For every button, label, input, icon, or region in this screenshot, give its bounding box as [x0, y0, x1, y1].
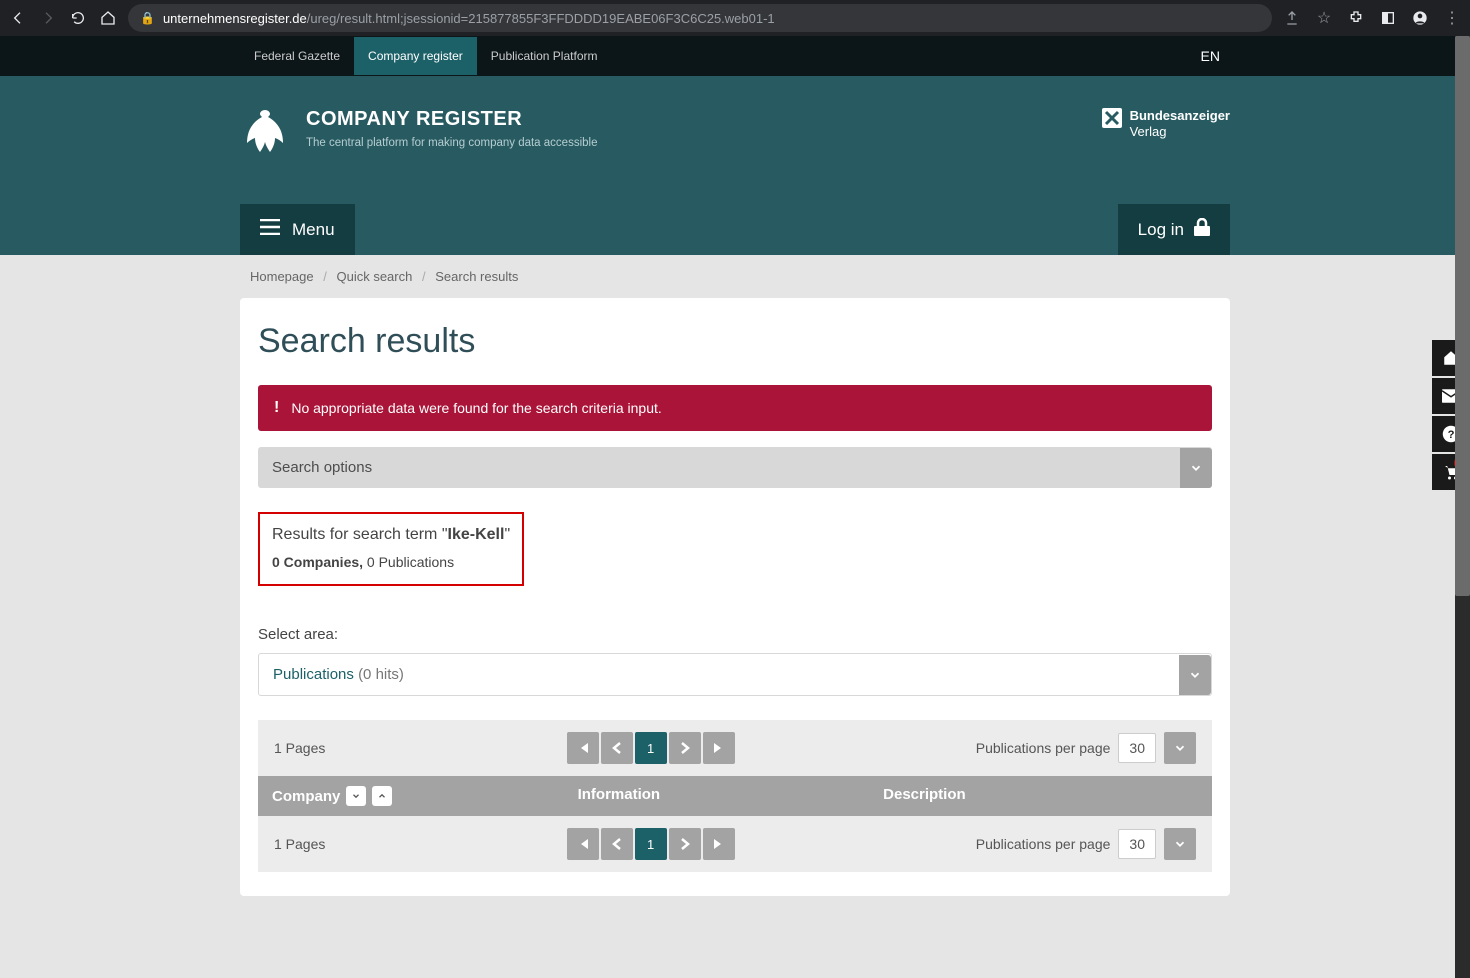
tab-publication-platform[interactable]: Publication Platform: [477, 37, 612, 75]
site-header: COMPANY REGISTER The central platform fo…: [0, 76, 1470, 255]
back-button[interactable]: [8, 8, 28, 28]
home-button[interactable]: [98, 8, 118, 28]
lock-icon: [1194, 218, 1210, 241]
pager-first-bottom[interactable]: [567, 828, 599, 860]
eagle-logo-icon: [240, 108, 290, 164]
extensions-icon[interactable]: [1346, 8, 1366, 28]
pager-prev[interactable]: [601, 732, 633, 764]
pager-bar-bottom: 1 Pages 1 Publications per page 30: [258, 816, 1212, 872]
site-subtitle: The central platform for making company …: [306, 135, 597, 151]
language-selector[interactable]: EN: [1201, 48, 1230, 64]
pages-count: 1 Pages: [274, 740, 325, 756]
address-bar[interactable]: 🔒 unternehmensregister.de/ureg/result.ht…: [128, 4, 1272, 32]
bundesanzeiger-logo: BundesanzeigerVerlag: [1102, 108, 1230, 139]
bv-mark-icon: [1102, 108, 1122, 133]
error-alert: ! No appropriate data were found for the…: [258, 385, 1212, 431]
breadcrumb-quicksearch[interactable]: Quick search: [336, 269, 412, 284]
lock-icon: 🔒: [140, 11, 155, 25]
share-icon[interactable]: [1282, 8, 1302, 28]
area-selector[interactable]: Publications (0 hits): [258, 653, 1212, 696]
url-path: /ureg/result.html;jsessionid=215877855F3…: [307, 11, 775, 26]
scrollbar[interactable]: [1455, 36, 1470, 978]
scrollbar-thumb[interactable]: [1455, 36, 1470, 596]
panel-icon[interactable]: [1378, 8, 1398, 28]
search-options-label: Search options: [258, 447, 386, 488]
chevron-down-icon: [1179, 655, 1211, 695]
svg-text:?: ?: [1448, 429, 1455, 441]
pager-last[interactable]: [703, 732, 735, 764]
site-title: COMPANY REGISTER: [306, 108, 597, 131]
pager-next[interactable]: [669, 732, 701, 764]
reload-button[interactable]: [68, 8, 88, 28]
tab-company-register[interactable]: Company register: [354, 37, 477, 75]
col-description: Description: [883, 786, 1198, 806]
sort-up-button[interactable]: [372, 786, 392, 806]
pager-first[interactable]: [567, 732, 599, 764]
breadcrumb: Homepage / Quick search / Search results: [240, 255, 1230, 298]
ppp-label-bottom: Publications per page: [976, 836, 1111, 852]
results-summary-highlight: Results for search term "Ike-Kell" 0 Com…: [258, 512, 524, 586]
menu-button[interactable]: Menu: [240, 204, 355, 255]
login-label: Log in: [1138, 220, 1184, 240]
pager-page-1-bottom[interactable]: 1: [635, 828, 667, 860]
chevron-down-icon: [1180, 448, 1212, 488]
bv-line1: Bundesanzeiger: [1130, 108, 1230, 124]
pager-prev-bottom[interactable]: [601, 828, 633, 860]
col-company: Company: [272, 788, 340, 805]
menu-label: Menu: [292, 220, 335, 240]
tab-federal-gazette[interactable]: Federal Gazette: [240, 37, 354, 75]
profile-icon[interactable]: [1410, 8, 1430, 28]
login-button[interactable]: Log in: [1118, 204, 1230, 255]
area-main: Publications: [273, 666, 354, 683]
forward-button[interactable]: [38, 8, 58, 28]
select-area-label: Select area:: [258, 626, 1212, 643]
ppp-value[interactable]: 30: [1118, 733, 1156, 763]
results-card: Search results ! No appropriate data wer…: [240, 298, 1230, 896]
ppp-dropdown-toggle-bottom[interactable]: [1164, 828, 1196, 860]
col-information: Information: [578, 786, 884, 806]
pages-count-bottom: 1 Pages: [274, 836, 325, 852]
results-counts: 0 Companies, 0 Publications: [272, 554, 510, 570]
menu-icon[interactable]: ⋮: [1442, 8, 1462, 28]
page-heading: Search results: [258, 322, 1212, 361]
search-options-expander[interactable]: Search options: [258, 447, 1212, 488]
ppp-value-bottom[interactable]: 30: [1118, 829, 1156, 859]
sort-down-button[interactable]: [346, 786, 366, 806]
url-domain: unternehmensregister.de: [163, 11, 307, 26]
bv-line2: Verlag: [1130, 124, 1230, 140]
pager-bar-top: 1 Pages 1 Publications per page 30: [258, 720, 1212, 776]
pager-last-bottom[interactable]: [703, 828, 735, 860]
alert-message: No appropriate data were found for the s…: [291, 400, 661, 416]
pager-page-1[interactable]: 1: [635, 732, 667, 764]
alert-icon: !: [274, 399, 279, 417]
breadcrumb-current: Search results: [435, 269, 518, 284]
top-nav: Federal Gazette Company register Publica…: [0, 36, 1470, 76]
hamburger-icon: [260, 219, 280, 240]
ppp-dropdown-toggle[interactable]: [1164, 732, 1196, 764]
browser-toolbar: 🔒 unternehmensregister.de/ureg/result.ht…: [0, 0, 1470, 36]
ppp-label: Publications per page: [976, 740, 1111, 756]
results-term-line: Results for search term "Ike-Kell": [272, 526, 510, 544]
results-table-header: Company Information Description: [258, 776, 1212, 816]
star-icon[interactable]: ☆: [1314, 8, 1334, 28]
area-hits: (0 hits): [358, 666, 404, 683]
breadcrumb-homepage[interactable]: Homepage: [250, 269, 314, 284]
pager-next-bottom[interactable]: [669, 828, 701, 860]
